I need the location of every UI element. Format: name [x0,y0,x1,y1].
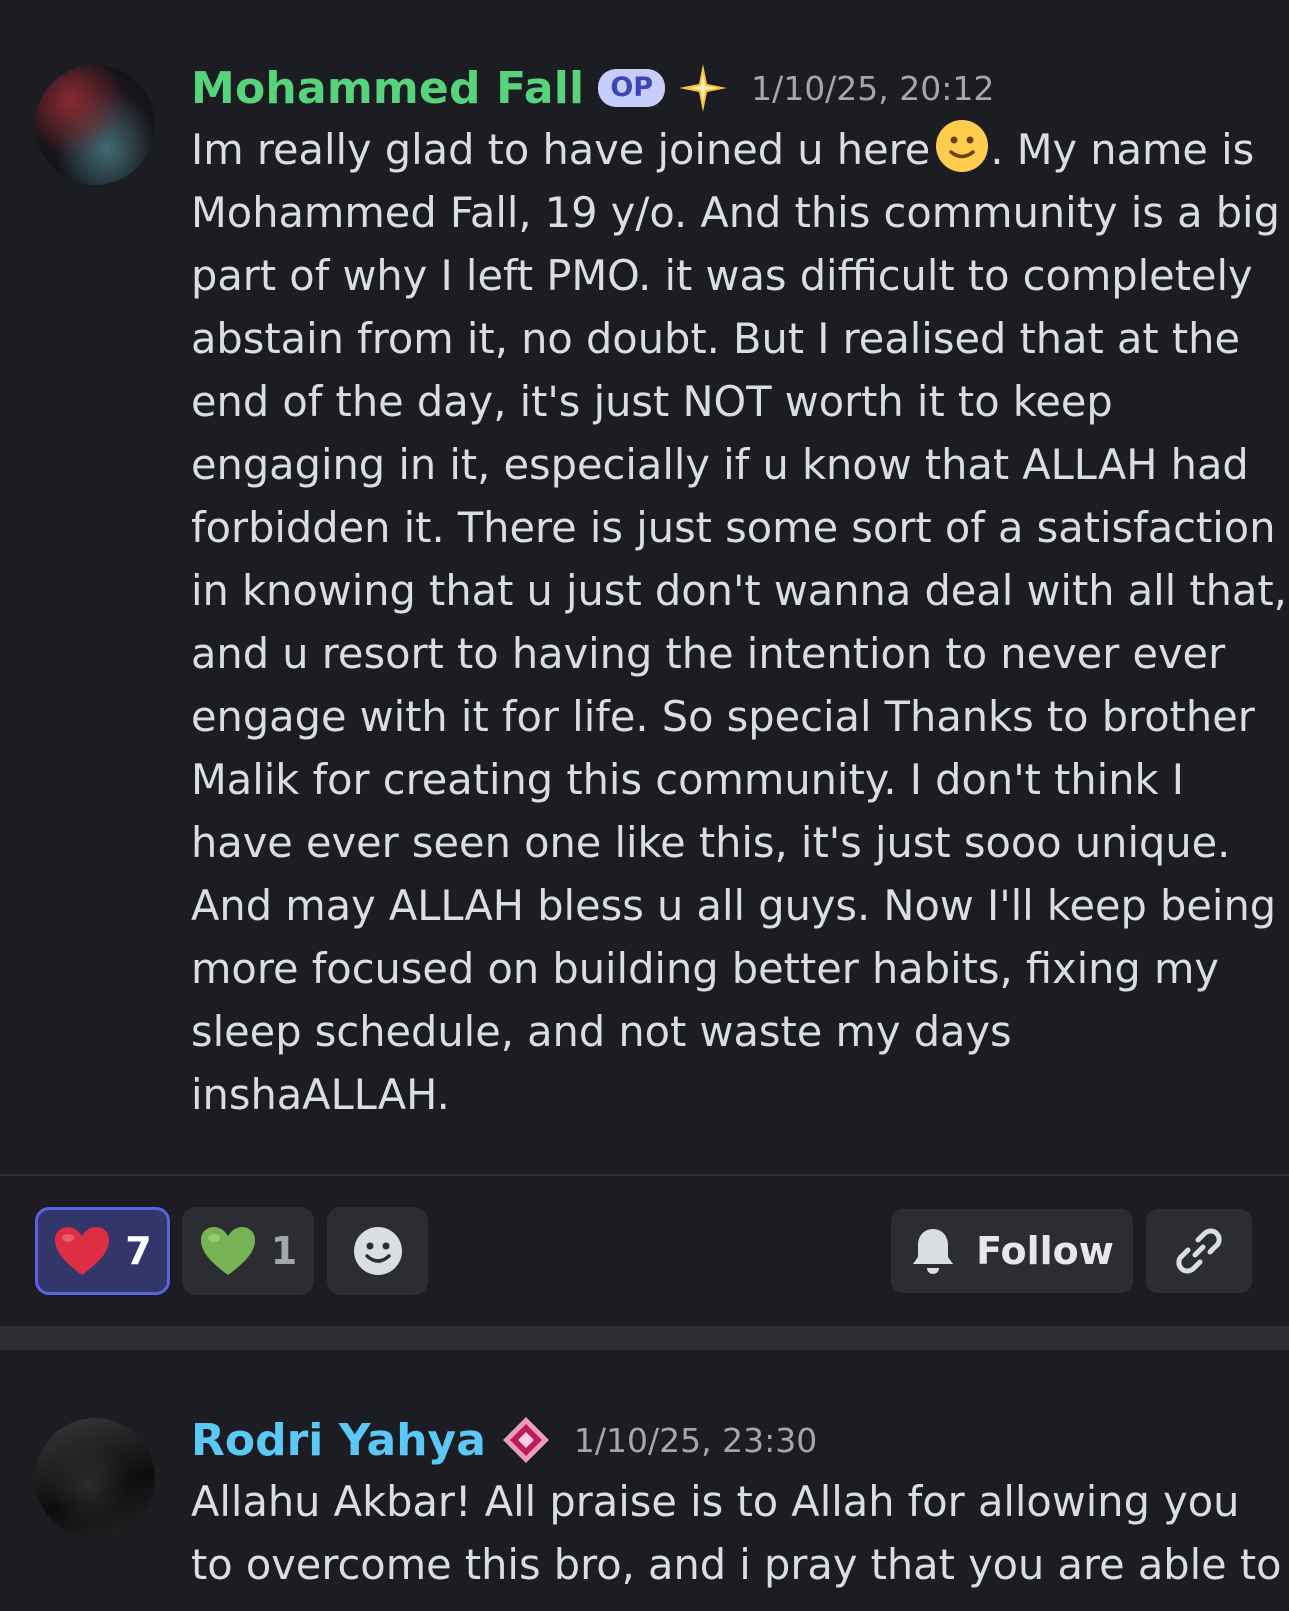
sparkle-icon [679,64,728,112]
reply-timestamp: 1/10/25, 23:30 [573,1420,818,1460]
reply-line: to overcome this bro, and i pray that yo… [191,1540,1282,1589]
post-line: end of the day, it's just NOT worth it t… [191,377,1113,426]
post-line: sleep schedule, and not waste my days [191,1007,1012,1056]
forum-post: Mohammed Fall OP 1/10/25, 20:12 Im reall… [0,0,1289,1175]
post-header: Mohammed Fall OP 1/10/25, 20:12 [191,60,994,116]
post-timestamp: 1/10/25, 20:12 [751,68,995,108]
post-line: have ever seen one like this, it's just … [191,818,1231,867]
post-line: Malik for creating this community. I don… [191,755,1184,804]
follow-button[interactable]: Follow [891,1209,1133,1293]
section-separator [0,1326,1289,1350]
reaction-red-heart[interactable]: 7 [35,1207,170,1295]
follow-label: Follow [976,1229,1114,1273]
add-reaction-button[interactable] [327,1207,428,1295]
post-line: more focused on building better habits, … [191,944,1219,993]
post-line: in knowing that u just don't wanna deal … [191,566,1287,615]
reply-author-name[interactable]: Rodri Yahya [191,1415,486,1466]
link-icon [1176,1228,1222,1274]
author-name[interactable]: Mohammed Fall [191,63,584,114]
post-line: abstain from it, no doubt. But I realise… [191,314,1240,363]
reply-line: Allahu Akbar! All praise is to Allah for… [191,1477,1240,1526]
post-line: Im really glad to have joined u here. My… [191,118,1266,181]
post-line: Mohammed Fall, 19 y/o. And this communit… [191,188,1280,237]
reaction-green-heart[interactable]: 1 [182,1207,314,1295]
post-line: inshaALLAH. [191,1070,450,1119]
post-line: forbidden it. There is just some sort of… [191,503,1276,552]
reply-author-avatar[interactable] [35,1418,155,1538]
post-line: part of why I left PMO. it was difficult… [191,251,1253,300]
reply-body: Allahu Akbar! All praise is to Allah for… [191,1470,1282,1596]
post-line: and u resort to having the intention to … [191,629,1226,678]
post-line: And may ALLAH bless u all guys. Now I'll… [191,881,1277,930]
author-avatar[interactable] [35,65,155,185]
post-body: Im really glad to have joined u here. My… [191,118,1287,1126]
reaction-count: 1 [270,1229,298,1273]
add-reaction-icon [353,1227,402,1275]
reply-header: Rodri Yahya 1/10/25, 23:30 [191,1412,817,1468]
gem-icon [502,1417,549,1463]
green-heart-icon [200,1227,255,1275]
post-line: engage with it for life. So special Than… [191,692,1255,741]
copy-link-button[interactable] [1146,1209,1252,1293]
slightly-smiling-face-icon [936,120,989,172]
red-heart-icon [55,1227,110,1275]
divider [0,1174,1289,1176]
op-badge: OP [598,69,666,107]
post-line: engaging in it, especially if u know tha… [191,440,1249,489]
bell-icon [913,1229,954,1274]
reaction-count: 7 [125,1229,152,1273]
